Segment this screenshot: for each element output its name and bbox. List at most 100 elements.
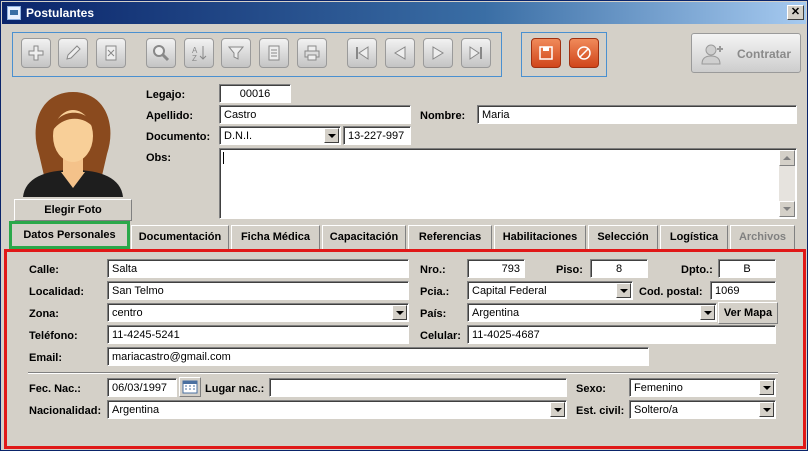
tab-seleccion[interactable]: Selección <box>588 225 658 249</box>
nombre-label: Nombre: <box>420 110 466 122</box>
last-record-icon <box>469 46 482 60</box>
chevron-down-icon[interactable] <box>759 402 774 417</box>
chevron-down-icon[interactable] <box>324 128 339 143</box>
filter-icon <box>227 46 245 60</box>
ver-mapa-button[interactable]: Ver Mapa <box>718 302 778 324</box>
apellido-field[interactable]: Castro <box>219 105 411 124</box>
pcia-select[interactable]: Capital Federal <box>467 281 633 300</box>
first-record-button[interactable] <box>347 38 377 68</box>
tab-referencias[interactable]: Referencias <box>408 225 492 249</box>
avatar-placeholder-icon <box>23 92 123 197</box>
telefono-label: Teléfono: <box>29 330 78 342</box>
chevron-down-icon[interactable] <box>700 305 715 320</box>
postulantes-window: Postulantes ✕ AZ Contratar Elegir Foto L… <box>0 0 808 451</box>
section-divider <box>28 372 778 374</box>
contratar-button[interactable]: Contratar <box>691 33 801 73</box>
nro-field[interactable]: 793 <box>467 259 525 278</box>
tab-capacitacion[interactable]: Capacitación <box>322 225 406 249</box>
est-civil-value: Soltero/a <box>634 404 679 416</box>
documento-type-value: D.N.I. <box>224 130 253 142</box>
zona-value: centro <box>112 307 143 319</box>
celular-field[interactable]: 11-4025-4687 <box>467 325 776 344</box>
piso-field[interactable]: 8 <box>590 259 648 278</box>
email-field[interactable]: mariacastro@gmail.com <box>107 347 649 366</box>
save-cancel-toolbar <box>521 32 607 77</box>
search-icon <box>153 45 170 62</box>
nacionalidad-select[interactable]: Argentina <box>107 400 567 419</box>
tab-logistica[interactable]: Logística <box>660 225 728 249</box>
fec-nac-field[interactable]: 06/03/1997 <box>107 378 177 397</box>
chevron-down-icon[interactable] <box>392 305 407 320</box>
cod-postal-field[interactable]: 1069 <box>710 281 776 300</box>
chevron-down-icon[interactable] <box>616 283 631 298</box>
sort-button[interactable]: AZ <box>184 38 214 68</box>
est-civil-label: Est. civil: <box>576 405 625 417</box>
svg-text:Z: Z <box>192 54 197 63</box>
celular-label: Celular: <box>420 330 461 342</box>
legajo-label: Legajo: <box>146 89 186 101</box>
localidad-field[interactable]: San Telmo <box>107 281 409 300</box>
cancel-button[interactable] <box>569 38 599 68</box>
localidad-label: Localidad: <box>29 286 85 298</box>
tab-habilitaciones[interactable]: Habilitaciones <box>494 225 586 249</box>
save-icon <box>539 46 553 60</box>
search-button[interactable] <box>146 38 176 68</box>
pcia-label: Pcia.: <box>420 286 450 298</box>
apellido-label: Apellido: <box>146 110 194 122</box>
scroll-up-arrow-icon[interactable] <box>779 150 795 166</box>
obs-textarea[interactable] <box>219 148 797 219</box>
previous-record-icon <box>394 46 406 60</box>
obs-scrollbar[interactable] <box>779 150 795 217</box>
elegir-foto-button[interactable]: Elegir Foto <box>14 199 132 221</box>
nombre-field[interactable]: Maria <box>477 105 797 124</box>
legajo-field[interactable]: 00016 <box>219 84 291 103</box>
sort-icon: AZ <box>192 46 207 63</box>
documento-label: Documento: <box>146 131 211 143</box>
previous-record-button[interactable] <box>385 38 415 68</box>
documento-number-field[interactable]: 13-227-997 <box>343 126 411 145</box>
report-icon <box>268 45 280 61</box>
sexo-label: Sexo: <box>576 383 606 395</box>
dpto-field[interactable]: B <box>718 259 776 278</box>
scroll-down-arrow-icon[interactable] <box>779 201 795 217</box>
filter-button[interactable] <box>221 38 251 68</box>
documento-type-select[interactable]: D.N.I. <box>219 126 341 145</box>
sexo-select[interactable]: Femenino <box>629 378 776 397</box>
tab-ficha-medica[interactable]: Ficha Médica <box>231 225 320 249</box>
chevron-down-icon[interactable] <box>550 402 565 417</box>
est-civil-select[interactable]: Soltero/a <box>629 400 776 419</box>
save-button[interactable] <box>531 38 561 68</box>
tab-datos-personales[interactable]: Datos Personales <box>9 221 130 249</box>
calendar-button[interactable] <box>179 377 201 397</box>
delete-button[interactable] <box>96 38 126 68</box>
tab-documentacion[interactable]: Documentación <box>131 225 229 249</box>
dpto-label: Dpto.: <box>681 264 713 276</box>
record-toolbar: AZ <box>12 32 502 77</box>
last-record-button[interactable] <box>461 38 491 68</box>
next-record-icon <box>432 46 444 60</box>
email-label: Email: <box>29 352 63 364</box>
calle-field[interactable]: Salta <box>107 259 409 278</box>
pcia-value: Capital Federal <box>472 285 547 297</box>
pais-value: Argentina <box>472 307 520 319</box>
cancel-icon <box>577 46 591 60</box>
contratar-label: Contratar <box>737 47 792 61</box>
pais-label: País: <box>420 308 447 320</box>
print-icon <box>304 45 320 61</box>
close-button[interactable]: ✕ <box>787 5 804 20</box>
next-record-button[interactable] <box>423 38 453 68</box>
pais-select[interactable]: Argentina <box>467 303 717 322</box>
add-button[interactable] <box>21 38 51 68</box>
report-button[interactable] <box>259 38 289 68</box>
edit-button[interactable] <box>58 38 88 68</box>
chevron-down-icon[interactable] <box>759 380 774 395</box>
title-bar[interactable]: Postulantes ✕ <box>2 2 806 24</box>
zona-select[interactable]: centro <box>107 303 409 322</box>
add-user-icon <box>701 44 723 65</box>
lugar-nac-field[interactable] <box>269 378 567 397</box>
telefono-field[interactable]: 11-4245-5241 <box>107 325 409 344</box>
print-button[interactable] <box>297 38 327 68</box>
sexo-value: Femenino <box>634 382 683 394</box>
window-app-icon <box>7 6 21 20</box>
calendar-icon <box>182 380 198 394</box>
